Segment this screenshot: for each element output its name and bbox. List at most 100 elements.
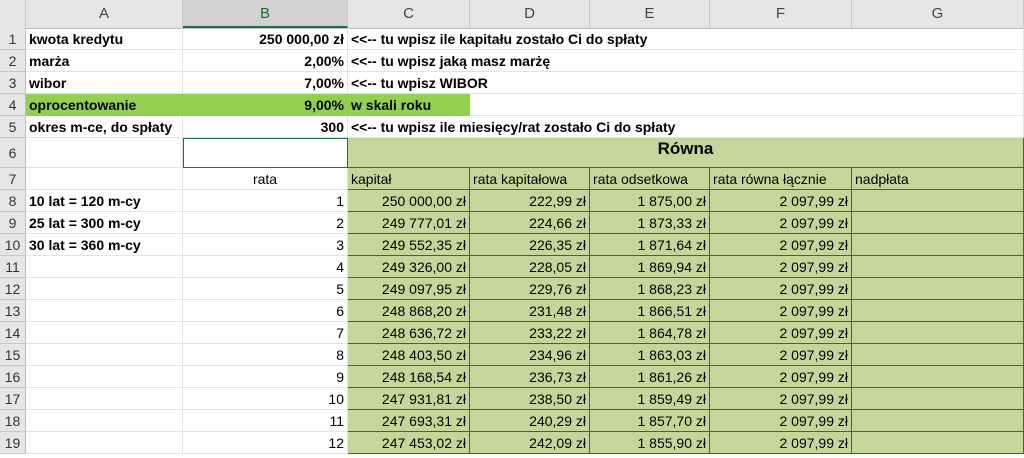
installment-number[interactable]: 2	[183, 212, 348, 234]
total-installment-cell[interactable]: 2 097,99 zł	[710, 212, 852, 234]
total-installment-cell[interactable]: 2 097,99 zł	[710, 234, 852, 256]
total-installment-cell[interactable]: 2 097,99 zł	[710, 190, 852, 212]
empty-cell[interactable]	[26, 138, 183, 168]
principal-installment-cell[interactable]: 234,96 zł	[470, 344, 590, 366]
input-label[interactable]: wibor	[26, 72, 183, 94]
column-header-e[interactable]: E	[590, 0, 710, 28]
row-number[interactable]: 2	[0, 50, 26, 72]
overpayment-cell[interactable]	[852, 366, 1024, 388]
overpayment-cell[interactable]	[852, 410, 1024, 432]
principal-installment-cell[interactable]: 222,99 zł	[470, 190, 590, 212]
installment-number[interactable]: 11	[183, 410, 348, 432]
table-header[interactable]: nadpłata	[852, 168, 1024, 190]
principal-installment-cell[interactable]: 229,76 zł	[470, 278, 590, 300]
interest-installment-cell[interactable]: 1 863,03 zł	[590, 344, 710, 366]
column-header-c[interactable]: C	[348, 0, 470, 28]
row-number[interactable]: 18	[0, 410, 26, 432]
row-number[interactable]: 13	[0, 300, 26, 322]
empty-cell[interactable]	[26, 410, 183, 432]
column-header-g[interactable]: G	[852, 0, 1024, 28]
principal-installment-cell[interactable]: 242,09 zł	[470, 432, 590, 454]
capital-cell[interactable]: 248 636,72 zł	[348, 322, 470, 344]
installment-number[interactable]: 8	[183, 344, 348, 366]
total-installment-cell[interactable]: 2 097,99 zł	[710, 300, 852, 322]
input-label[interactable]: marża	[26, 50, 183, 72]
total-installment-cell[interactable]: 2 097,99 zł	[710, 278, 852, 300]
empty-cell[interactable]	[26, 344, 183, 366]
principal-installment-cell[interactable]: 226,35 zł	[470, 234, 590, 256]
empty-cell[interactable]	[26, 388, 183, 410]
input-note[interactable]: <<-- tu wpisz jaką masz marżę	[348, 50, 1024, 72]
total-installment-cell[interactable]: 2 097,99 zł	[710, 388, 852, 410]
rata-header[interactable]: rata	[183, 168, 348, 190]
row-number[interactable]: 14	[0, 322, 26, 344]
row-number[interactable]: 17	[0, 388, 26, 410]
column-header-b[interactable]: B	[183, 0, 348, 28]
overpayment-cell[interactable]	[852, 256, 1024, 278]
row-number[interactable]: 6	[0, 138, 26, 168]
select-all-corner[interactable]	[0, 0, 26, 28]
input-note[interactable]: <<-- tu wpisz WIBOR	[348, 72, 1024, 94]
input-value[interactable]: 250 000,00 zł	[183, 28, 348, 50]
table-header[interactable]: rata kapitałowa	[470, 168, 590, 190]
capital-cell[interactable]: 249 777,01 zł	[348, 212, 470, 234]
interest-installment-cell[interactable]: 1 855,90 zł	[590, 432, 710, 454]
installment-number[interactable]: 4	[183, 256, 348, 278]
capital-cell[interactable]: 249 326,00 zł	[348, 256, 470, 278]
installment-number[interactable]: 10	[183, 388, 348, 410]
row-number[interactable]: 16	[0, 366, 26, 388]
principal-installment-cell[interactable]: 238,50 zł	[470, 388, 590, 410]
overpayment-cell[interactable]	[852, 322, 1024, 344]
installment-number[interactable]: 12	[183, 432, 348, 454]
loan-term-note[interactable]: 25 lat = 300 m-cy	[26, 212, 183, 234]
loan-term-note[interactable]: 10 lat = 120 m-cy	[26, 190, 183, 212]
input-value[interactable]: 2,00%	[183, 50, 348, 72]
empty-cell[interactable]	[26, 322, 183, 344]
interest-installment-cell[interactable]: 1 868,23 zł	[590, 278, 710, 300]
interest-installment-cell[interactable]: 1 861,26 zł	[590, 366, 710, 388]
empty-cell[interactable]	[26, 256, 183, 278]
capital-cell[interactable]: 247 693,31 zł	[348, 410, 470, 432]
principal-installment-cell[interactable]: 236,73 zł	[470, 366, 590, 388]
input-value[interactable]: 7,00%	[183, 72, 348, 94]
principal-installment-cell[interactable]: 224,66 zł	[470, 212, 590, 234]
capital-cell[interactable]: 249 097,95 zł	[348, 278, 470, 300]
overpayment-cell[interactable]	[852, 234, 1024, 256]
overpayment-cell[interactable]	[852, 300, 1024, 322]
empty-cell[interactable]	[26, 168, 183, 190]
installment-number[interactable]: 9	[183, 366, 348, 388]
overpayment-cell[interactable]	[852, 190, 1024, 212]
table-header[interactable]: rata równa łącznie	[710, 168, 852, 190]
row-number[interactable]: 12	[0, 278, 26, 300]
interest-installment-cell[interactable]: 1 864,78 zł	[590, 322, 710, 344]
installment-number[interactable]: 3	[183, 234, 348, 256]
empty-cell[interactable]	[470, 94, 1024, 116]
interest-installment-cell[interactable]: 1 869,94 zł	[590, 256, 710, 278]
input-label[interactable]: kwota kredytu	[26, 28, 183, 50]
total-installment-cell[interactable]: 2 097,99 zł	[710, 366, 852, 388]
interest-installment-cell[interactable]: 1 857,70 zł	[590, 410, 710, 432]
table-header[interactable]: kapitał	[348, 168, 470, 190]
input-value[interactable]: 300	[183, 116, 348, 138]
table-title[interactable]: Równa	[348, 138, 1024, 168]
column-header-d[interactable]: D	[470, 0, 590, 28]
loan-term-note[interactable]: 30 lat = 360 m-cy	[26, 234, 183, 256]
capital-cell[interactable]: 248 868,20 zł	[348, 300, 470, 322]
row-number[interactable]: 11	[0, 256, 26, 278]
row-number[interactable]: 1	[0, 28, 26, 50]
empty-cell[interactable]	[26, 366, 183, 388]
interest-installment-cell[interactable]: 1 875,00 zł	[590, 190, 710, 212]
column-header-f[interactable]: F	[710, 0, 852, 28]
capital-cell[interactable]: 249 552,35 zł	[348, 234, 470, 256]
input-value[interactable]: 9,00%	[183, 94, 348, 116]
interest-installment-cell[interactable]: 1 873,33 zł	[590, 212, 710, 234]
input-label[interactable]: oprocentowanie	[26, 94, 183, 116]
row-number[interactable]: 3	[0, 72, 26, 94]
capital-cell[interactable]: 250 000,00 zł	[348, 190, 470, 212]
capital-cell[interactable]: 248 403,50 zł	[348, 344, 470, 366]
input-note[interactable]: <<-- tu wpisz ile kapitału zostało Ci do…	[348, 28, 1024, 50]
installment-number[interactable]: 5	[183, 278, 348, 300]
installment-number[interactable]: 7	[183, 322, 348, 344]
capital-cell[interactable]: 247 931,81 zł	[348, 388, 470, 410]
installment-number[interactable]: 6	[183, 300, 348, 322]
